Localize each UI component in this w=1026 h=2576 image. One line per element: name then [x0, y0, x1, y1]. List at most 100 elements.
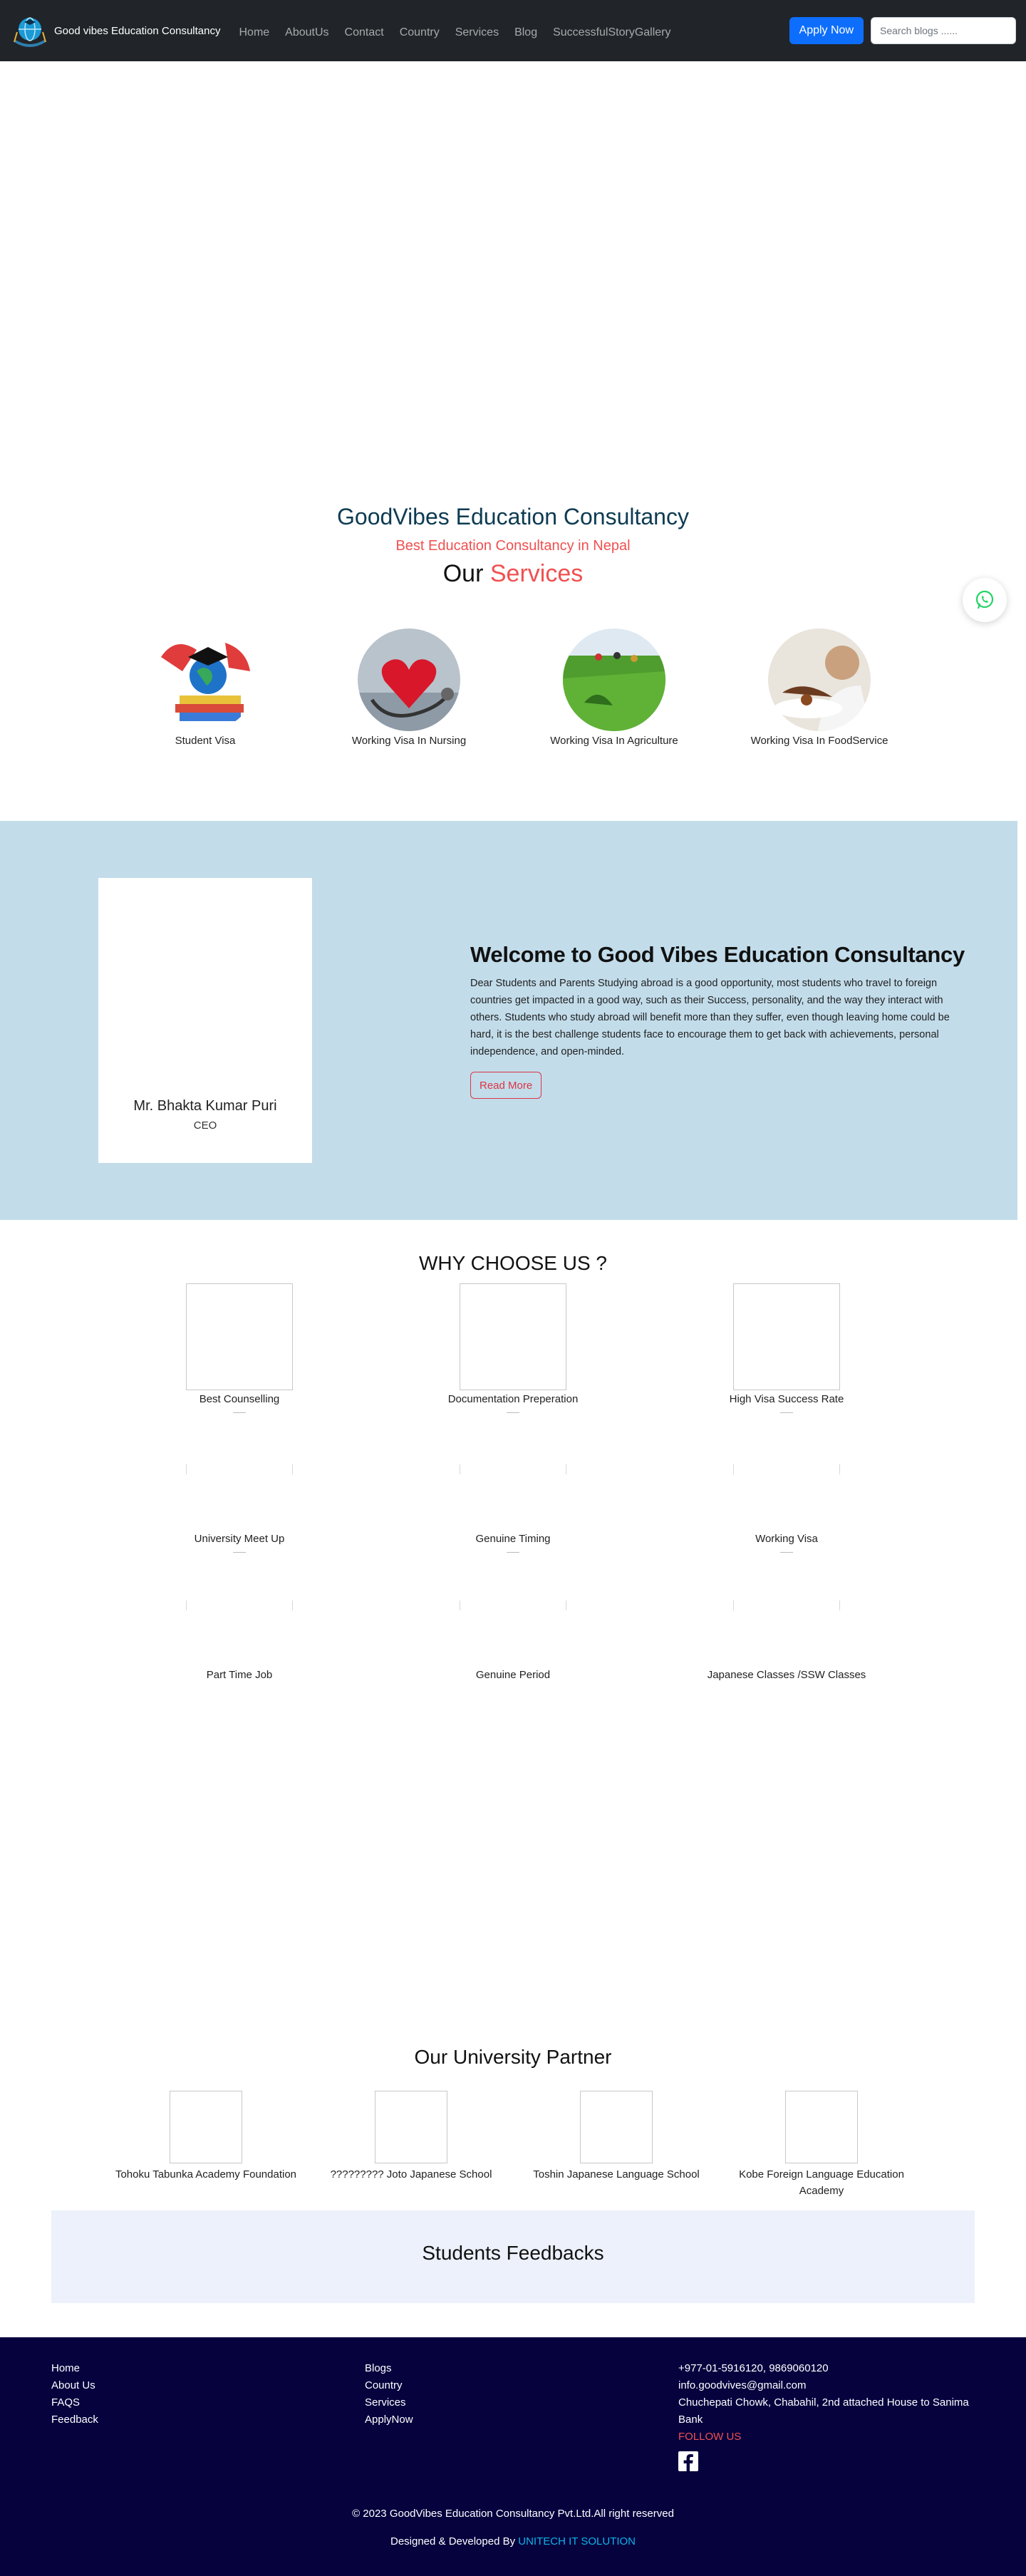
copyright: © 2023 GoodVibes Education Consultancy P… [352, 2508, 674, 2520]
divider [780, 1552, 793, 1553]
broken-image-icon [186, 1464, 293, 1474]
developer-link[interactable]: UNITECH IT SOLUTION [518, 2535, 636, 2547]
why-item: Documentation Preperation [378, 1283, 648, 1413]
service-label: Working Visa In FoodService [750, 735, 888, 747]
ceo-role: CEO [193, 1119, 217, 1132]
nav-country[interactable]: Country [400, 26, 440, 39]
brand[interactable]: Good vibes Education Consultancy [10, 11, 220, 51]
broken-image-icon [460, 1283, 566, 1390]
why-item: Part Time Job [104, 1600, 375, 1681]
nav-home[interactable]: Home [239, 26, 269, 39]
service-label: Working Visa In Nursing [351, 735, 467, 747]
why-label: Part Time Job [206, 1669, 273, 1681]
divider [233, 1412, 246, 1413]
search-input[interactable] [871, 17, 1016, 44]
service-card-student-visa[interactable]: Student Visa [134, 629, 276, 748]
feedback-title: Students Feedbacks [422, 2242, 604, 2264]
divider [507, 1412, 519, 1413]
footer-link-country[interactable]: Country [365, 2377, 413, 2394]
broken-image-icon [186, 1600, 293, 1610]
nav-blog[interactable]: Blog [514, 26, 537, 39]
broken-image-icon [460, 1600, 566, 1610]
field-harvest-image [563, 629, 665, 731]
partner-label: Tohoku Tabunka Academy Foundation [115, 2168, 297, 2181]
why-item: University Meet Up [104, 1464, 375, 1553]
hero-subtitle: Best Education Consultancy in Nepal [395, 538, 631, 554]
globe-logo-icon [10, 11, 50, 51]
service-card-nursing[interactable]: Working Visa In Nursing [338, 629, 480, 748]
footer-col-1: Home About Us FAQS Feedback [51, 2360, 98, 2428]
service-card-agriculture[interactable]: Working Visa In Agriculture [543, 629, 685, 748]
broken-image-icon [170, 2091, 242, 2163]
service-label: Working Visa In Agriculture [550, 735, 678, 747]
services-heading: Our Services [0, 560, 1026, 588]
welcome-title: Welcome to Good Vibes Education Consulta… [470, 942, 965, 967]
designed-by: Designed & Developed By UNITECH IT SOLUT… [0, 2535, 1026, 2547]
page: Good vibes Education Consultancy Home Ab… [0, 0, 1026, 2576]
whatsapp-icon [975, 590, 994, 609]
ceo-name: Mr. Bhakta Kumar Puri [133, 1098, 277, 1114]
heart-stethoscope-image [358, 629, 460, 731]
why-label: Documentation Preperation [447, 1393, 579, 1405]
partner-card[interactable]: Kobe Foreign Language Education Academy [718, 2091, 925, 2199]
broken-image-icon [186, 1283, 293, 1390]
nav-services[interactable]: Services [455, 26, 499, 39]
why-item: Best Counselling [104, 1283, 375, 1413]
service-card-foodservice[interactable]: Working Visa In FoodService [748, 629, 891, 748]
why-label: Japanese Classes /SSW Classes [707, 1669, 866, 1681]
why-label: Genuine Period [475, 1669, 551, 1681]
footer-link-home[interactable]: Home [51, 2360, 98, 2377]
graduation-globe-image [154, 629, 256, 731]
broken-image-icon [580, 2091, 653, 2163]
designed-prefix: Designed & Developed By [390, 2535, 516, 2547]
footer-contact: +977-01-5916120, 9869060120 info.goodviv… [678, 2360, 978, 2471]
nav-aboutus[interactable]: AboutUs [285, 26, 328, 39]
services-heading-accent: Services [489, 560, 584, 587]
nav-success-gallery[interactable]: SuccessfulStoryGallery [553, 26, 670, 39]
footer-address: Chuchepati Chowk, Chabahil, 2nd attached… [678, 2396, 969, 2426]
why-item: Genuine Timing [378, 1464, 648, 1553]
why-item: Japanese Classes /SSW Classes [651, 1600, 922, 1681]
services-heading-plain: Our [442, 560, 484, 587]
partner-card[interactable]: ????????? Joto Japanese School [308, 2091, 514, 2183]
why-item: High Visa Success Rate [651, 1283, 922, 1413]
footer-phone: +977-01-5916120, 9869060120 [678, 2362, 829, 2374]
welcome-text: Dear Students and Parents Studying abroa… [470, 978, 950, 1057]
footer-email: info.goodvives@gmail.com [678, 2379, 807, 2391]
why-item: Working Visa [651, 1464, 922, 1553]
why-label: Genuine Timing [475, 1533, 551, 1545]
footer: Home About Us FAQS Feedback Blogs Countr… [0, 2337, 1026, 2576]
follow-us-label: FOLLOW US [678, 2431, 742, 2443]
footer-link-services[interactable]: Services [365, 2394, 413, 2411]
partner-card[interactable]: Tohoku Tabunka Academy Foundation [103, 2091, 309, 2183]
partner-label: Toshin Japanese Language School [533, 2168, 700, 2181]
partner-card[interactable]: Toshin Japanese Language School [513, 2091, 720, 2183]
footer-link-feedback[interactable]: Feedback [51, 2411, 98, 2428]
why-label: High Visa Success Rate [729, 1393, 844, 1405]
broken-image-icon [733, 1283, 840, 1390]
whatsapp-button[interactable] [963, 578, 1007, 622]
navbar: Good vibes Education Consultancy Home Ab… [0, 0, 1026, 61]
footer-link-applynow[interactable]: ApplyNow [365, 2411, 413, 2428]
footer-link-about[interactable]: About Us [51, 2377, 98, 2394]
why-item: Genuine Period [378, 1600, 648, 1681]
read-more-button[interactable]: Read More [470, 1072, 542, 1099]
partner-label: ????????? Joto Japanese School [330, 2168, 492, 2181]
footer-col-2: Blogs Country Services ApplyNow [365, 2360, 413, 2428]
footer-link-faqs[interactable]: FAQS [51, 2394, 98, 2411]
facebook-icon[interactable] [678, 2451, 698, 2471]
why-label: Working Visa [755, 1533, 818, 1545]
ceo-card: Mr. Bhakta Kumar Puri CEO [98, 878, 312, 1163]
why-label: Best Counselling [199, 1393, 280, 1405]
brand-name: Good vibes Education Consultancy [54, 24, 221, 37]
partner-title: Our University Partner [414, 2046, 612, 2068]
chef-plating-image [768, 629, 871, 731]
nav-contact[interactable]: Contact [345, 26, 384, 39]
apply-now-button[interactable]: Apply Now [789, 17, 864, 44]
divider [780, 1412, 793, 1413]
footer-link-blogs[interactable]: Blogs [365, 2360, 413, 2377]
partner-label: Kobe Foreign Language Education Academy [739, 2168, 904, 2197]
service-label: Student Visa [175, 735, 236, 747]
feedback-section: Students Feedbacks [51, 2210, 975, 2303]
broken-image-icon [733, 1600, 840, 1610]
